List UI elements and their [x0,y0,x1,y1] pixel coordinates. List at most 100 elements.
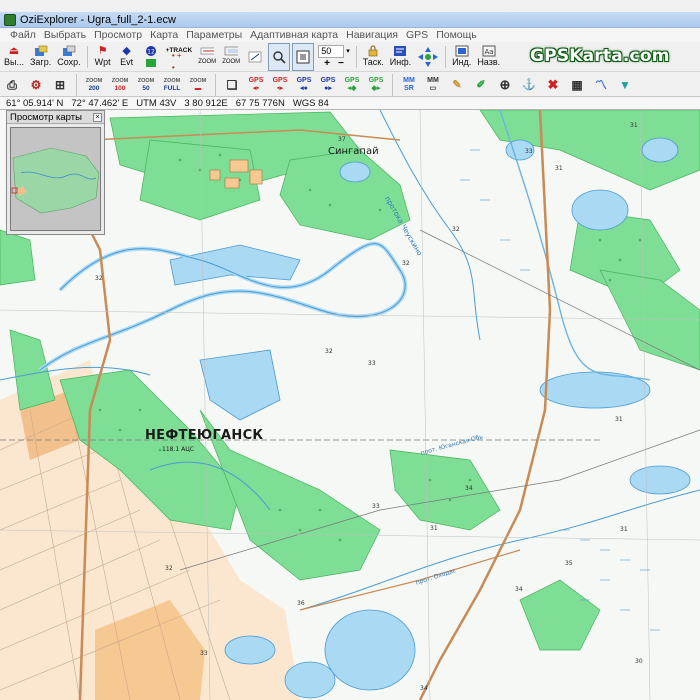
exit-button[interactable]: ⏏ Вы... [2,43,26,71]
zoom-50-button[interactable]: ZOOM 50 [135,78,157,92]
highlighter-icon: ✐ [476,78,486,91]
toolbar-separator [76,73,77,96]
toolbar-separator [215,73,216,96]
filter-icon: ▼ [619,77,631,92]
layers-button[interactable]: ❏ [222,75,242,95]
crosshair-button[interactable]: ⊕ [495,75,515,95]
topographic-map[interactable] [0,110,700,700]
save-icon [62,45,76,57]
indicator-button[interactable]: Инд. [450,43,473,71]
evt-label: Evt [120,57,134,67]
menu-view[interactable]: Просмотр [94,29,142,41]
longitude-readout: 72° 47.462' E [71,97,129,109]
edit-button[interactable]: ✎ [447,75,467,95]
anchor-icon: ⚓ [522,78,536,91]
stop-icon: ✖ [547,76,559,92]
move-map-button[interactable] [292,42,315,71]
zoom-50-label: 50 [142,84,150,92]
close-icon[interactable]: × [93,112,102,122]
gps-track-button[interactable]: GPS ●▸ [318,75,338,95]
mm-button[interactable]: MM ▭ [423,75,443,95]
watermark-logo: GPSKarta.com [530,46,670,66]
zoom-out-icon[interactable]: − [338,58,344,69]
ind-label: Инд. [452,57,472,67]
zoom-200-label: 200 [88,84,100,92]
settings-button[interactable]: ⚙ [26,75,46,95]
magnifier-button[interactable] [268,42,291,71]
drag-hand-icon [224,45,239,57]
names-button[interactable]: Aa Назв. [475,43,502,71]
zoom-level-select[interactable]: 50 [318,44,345,58]
pan-button[interactable] [415,43,441,71]
info-board-icon [393,45,407,57]
menu-params[interactable]: Параметры [186,29,242,41]
track-button[interactable]: +TRACK • + • [164,43,195,72]
gps-route-upload-button[interactable]: GPS ◆▸ [366,75,386,95]
title-bar: OziExplorer - Ugra_full_2-1.ecw [0,12,700,28]
stop-button[interactable]: ✖ [543,75,563,95]
zoom-word: ZOOM [163,77,181,84]
gps-send-button[interactable]: GPS ◂▪ [246,75,266,95]
layers-icon: ❏ [226,77,238,92]
zoom-scale-button[interactable]: ZOOM ▬ [187,78,209,92]
drag-label: ZOOM [222,59,241,65]
zoom-draw-button[interactable]: ZOOM [196,43,218,71]
preview-thumbnail[interactable] [10,127,101,231]
zoom-drag-button[interactable]: ZOOM [220,43,242,71]
svg-text:Aa: Aa [484,48,493,56]
route-button[interactable]: 12 [140,43,162,71]
load-label: Загр. [29,57,52,67]
map-move-icon [296,50,310,63]
menu-file[interactable]: Файл [10,29,36,41]
line-tool-button[interactable] [244,43,266,71]
info-label: Инф. [389,57,412,67]
save-button[interactable]: Сохр. [55,43,82,71]
load-map-icon [34,45,48,57]
menu-map[interactable]: Карта [150,29,178,41]
draw-label: ZOOM [198,59,217,65]
datum-readout: WGS 84 [292,97,329,109]
print-button[interactable]: ⎙ [2,75,22,95]
gps-wpt-button[interactable]: GPS ◂● [294,75,314,95]
info-button[interactable]: Инф. [388,43,413,71]
menu-bar: Файл Выбрать Просмотр Карта Параметры Ад… [0,28,700,42]
map-preview-panel[interactable]: Просмотр карты × [6,110,105,235]
grid-button[interactable]: ⊞ [50,75,70,95]
menu-select[interactable]: Выбрать [44,29,86,41]
zoom-full-button[interactable]: ZOOM FULL [161,78,183,92]
zoom-in-icon[interactable]: + [324,58,330,69]
draw-line-icon [200,45,215,57]
graph-button[interactable]: 〽 [591,75,611,95]
zoom-100-button[interactable]: ZOOM 100 [109,78,131,92]
menu-help[interactable]: Помощь [436,29,477,41]
gps-route-button[interactable]: GPS ◂◆ [342,75,362,95]
gps-route-upload-icon: GPS ◆▸ [368,76,384,92]
svg-text:12: 12 [147,48,155,55]
indicator-icon [455,45,469,57]
preview-header: Просмотр карты × [7,111,104,124]
menu-gps[interactable]: GPS [406,29,428,41]
load-button[interactable]: Загр. [28,43,53,71]
zoom-control: 50 ▾ + − [316,43,352,71]
chart-button[interactable]: ▦ [567,75,587,95]
event-button[interactable]: ◆ Evt [116,43,138,71]
nav-label: Назв. [477,57,501,67]
task-button[interactable]: Таск. [361,43,386,71]
map-view[interactable]: НЕФТЕЮГАНСК 118.1 АЦС Сингапай протока Ч… [0,110,700,700]
waypoint-button[interactable]: ⚑ Wpt [92,43,114,71]
zoom-word: ZOOM [137,77,155,84]
gps-route-icon: GPS ◂◆ [344,76,360,92]
exit-label: Вы... [4,57,24,67]
gps-receive-button[interactable]: GPS ▪▸ [270,75,290,95]
graph-line-icon: 〽 [594,77,607,92]
filter-button[interactable]: ▼ [615,75,635,95]
menu-adaptive-map[interactable]: Адаптивная карта [250,29,338,41]
zoom-dropdown-icon[interactable]: ▾ [346,47,350,55]
anchor-button[interactable]: ⚓ [519,75,539,95]
highlight-button[interactable]: ✐ [471,75,491,95]
print-icon: ⎙ [7,77,17,92]
moving-map-button[interactable]: MM SR [399,75,419,95]
zoom-200-button[interactable]: ZOOM 200 [83,78,105,92]
toolbar-separator [392,73,393,96]
menu-navigation[interactable]: Навигация [346,29,398,41]
